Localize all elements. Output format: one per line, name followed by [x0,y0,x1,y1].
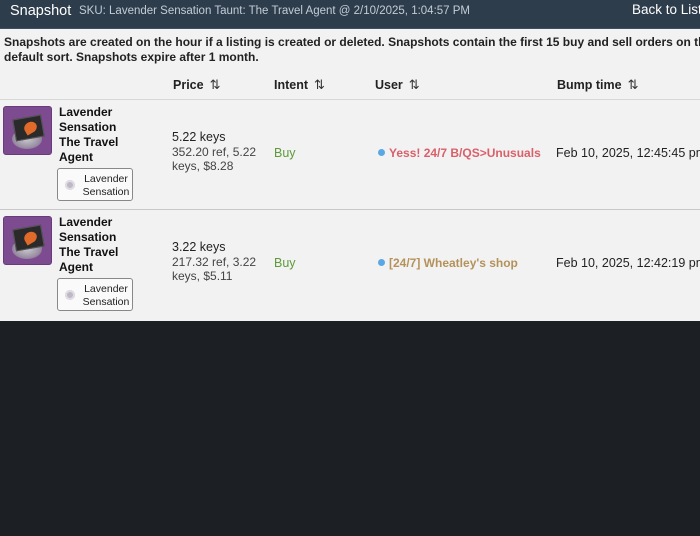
top-bar: Snapshot SKU: Lavender Sensation Taunt: … [0,0,700,29]
sort-icon[interactable]: ⇅ [628,77,639,93]
table-row: Lavender Sensation The Travel Agent Lave… [0,99,700,210]
back-to-list-link[interactable]: Back to List [632,2,700,17]
price-detail: 352.20 ref, 5.22 keys, $8.28 [172,144,257,174]
bump-time-cell: Feb 10, 2025, 12:45:45 pm [556,146,700,160]
intent-cell: Buy [274,146,296,160]
effect-icon [65,290,75,300]
online-status-icon [378,259,385,266]
sort-icon[interactable]: ⇅ [314,77,325,93]
item-name[interactable]: Lavender Sensation The Travel Agent [59,215,139,275]
price-keys: 3.22 keys [172,240,226,254]
effect-badge[interactable]: Lavender Sensation [57,278,133,311]
price-cell: 5.22 keys 352.20 ref, 5.22 keys, $8.28 [172,130,267,174]
effect-badge[interactable]: Lavender Sensation [57,168,133,201]
snapshot-panel: Snapshots are created on the hour if a l… [0,29,700,321]
page-title: Snapshot [10,3,72,19]
price-cell: 3.22 keys 217.32 ref, 3.22 keys, $5.11 [172,240,267,284]
sort-icon[interactable]: ⇅ [210,77,221,93]
column-header-user[interactable]: User ⇅ [375,77,420,93]
intent-cell: Buy [274,256,296,270]
sku-subtitle: SKU: Lavender Sensation Taunt: The Trave… [79,5,471,17]
user-name[interactable]: Yess! 24/7 B/QS>Unusuals [389,146,541,160]
column-header-bump-time[interactable]: Bump time ⇅ [557,77,639,93]
user-name[interactable]: [24/7] Wheatley's shop [389,256,518,270]
user-cell[interactable]: [24/7] Wheatley's shop [378,256,518,270]
user-cell[interactable]: Yess! 24/7 B/QS>Unusuals [378,146,541,160]
bump-time-cell: Feb 10, 2025, 12:42:19 pm [556,256,700,270]
effect-icon [65,180,75,190]
price-detail: 217.32 ref, 3.22 keys, $5.11 [172,254,257,284]
column-header-price[interactable]: Price ⇅ [173,77,221,93]
price-keys: 5.22 keys [172,130,226,144]
column-header-intent[interactable]: Intent ⇅ [274,77,325,93]
table-row: Lavender Sensation The Travel Agent Lave… [0,210,700,321]
item-image[interactable] [3,216,52,265]
online-status-icon [378,149,385,156]
item-image[interactable] [3,106,52,155]
item-name[interactable]: Lavender Sensation The Travel Agent [59,105,139,165]
snapshot-notice: Snapshots are created on the hour if a l… [4,35,700,64]
sort-icon[interactable]: ⇅ [409,77,420,93]
